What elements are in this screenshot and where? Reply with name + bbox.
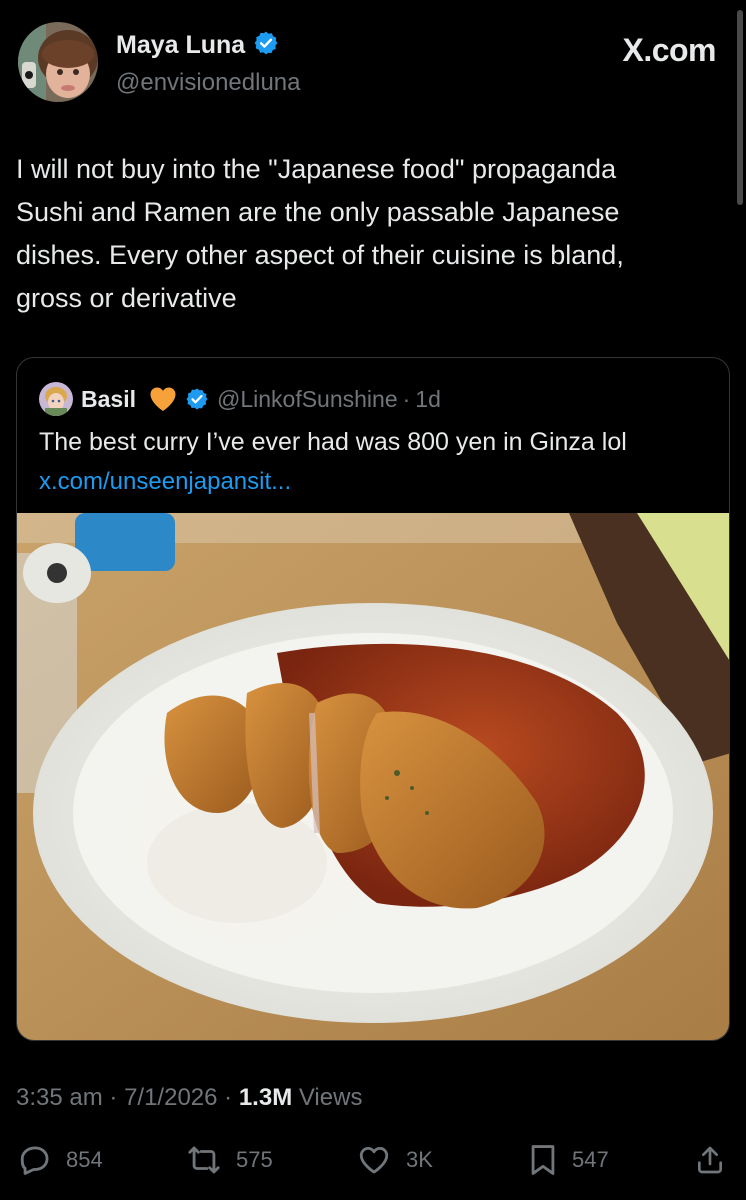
quote-avatar[interactable] [39,382,73,416]
action-bar: 854 575 3K 547 [0,1137,746,1183]
like-count: 3K [406,1147,433,1172]
tweet-header: Maya Luna @envisionedluna X.com [18,22,716,104]
quote-age[interactable]: 1d [415,386,441,413]
reply-bubble-icon [18,1143,52,1177]
bookmark-icon [528,1143,558,1177]
tweet-text-line: gross or derivative [16,283,237,313]
display-name[interactable]: Maya Luna [116,31,245,60]
quote-display-name[interactable]: Basil [81,386,136,413]
tweet-text: I will not buy into the "Japanese food" … [16,148,728,320]
tweet-text-line: I will not buy into the "Japanese food" … [16,154,617,184]
verified-badge-icon [185,387,209,411]
tweet-date[interactable]: 7/1/2026 [124,1084,217,1111]
tweet-time[interactable]: 3:35 am [16,1084,103,1111]
like-button[interactable]: 3K [356,1137,433,1183]
separator: · [402,385,411,412]
reply-count: 854 [66,1147,103,1172]
bookmark-count: 547 [572,1147,609,1172]
quote-text: The best curry I’ve ever had was 800 yen… [39,428,627,456]
tweet-text-line: Sushi and Ramen are the only passable Ja… [16,197,620,227]
verified-badge-icon [253,30,279,61]
scrollbar[interactable] [737,10,743,205]
views-count: 1.3M [238,1084,293,1111]
quote-handle[interactable]: @LinkofSunshine [217,386,398,413]
views-label: Views [298,1084,363,1111]
food-photo[interactable] [17,513,729,1040]
tweet-text-line: dishes. Every other aspect of their cuis… [16,240,624,270]
heart-icon [356,1143,392,1177]
quoted-tweet-card[interactable]: Basil 🧡 @LinkofSunshine · 1d The best cu… [16,357,730,1041]
repost-button[interactable]: 575 [186,1137,273,1183]
separator: · [109,1084,118,1111]
repost-count: 575 [236,1147,273,1172]
separator: · [224,1084,233,1111]
reply-button[interactable]: 854 [18,1137,103,1183]
tweet-meta: 3:35 am · 7/1/2026 · 1.3M Views [16,1084,362,1112]
repost-arrows-icon [186,1143,222,1177]
handle[interactable]: @envisionedluna [116,69,301,97]
quote-link[interactable]: x.com/unseenjapansit... [39,468,291,496]
share-upload-icon [694,1143,726,1177]
brand-logo: X.com [622,32,716,68]
bookmark-button[interactable]: 547 [528,1137,609,1183]
share-button[interactable] [694,1137,726,1183]
avatar[interactable] [18,22,98,102]
orange-heart-icon [149,386,177,412]
